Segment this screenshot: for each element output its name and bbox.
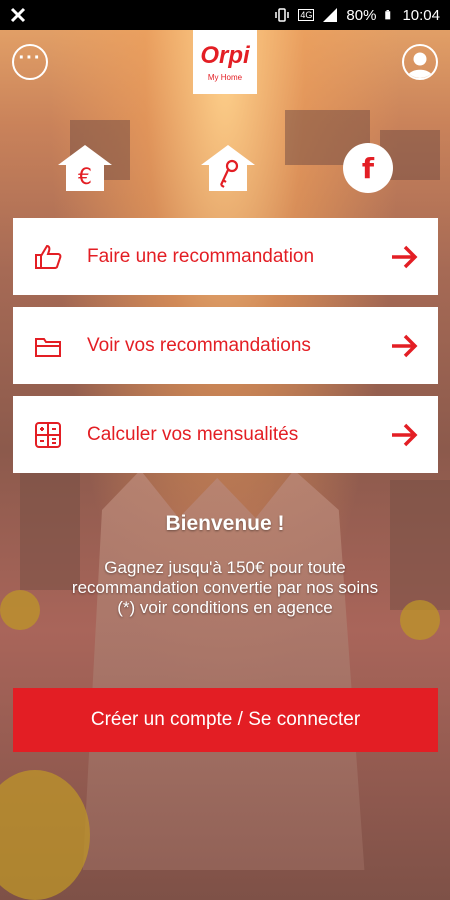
more-menu-button[interactable]: ··· (12, 44, 48, 80)
key-house-button[interactable] (199, 143, 257, 193)
arrow-right-icon (392, 423, 418, 446)
user-avatar-icon (407, 52, 433, 78)
calculator-icon (33, 420, 63, 450)
view-recommendations-label: Voir vos recommandations (87, 334, 311, 356)
battery-icon (385, 10, 391, 20)
network-badge: 4G (298, 9, 315, 21)
welcome-conditions-text: (*) voir conditions en agence (117, 598, 333, 617)
clock: 10:04 (402, 6, 440, 24)
orpi-logo: Orpi My Home (193, 30, 257, 94)
signal-icon (323, 8, 338, 22)
make-recommendation-label: Faire une recommandation (87, 245, 315, 267)
facebook-icon: f (361, 151, 375, 185)
calculate-payments-button[interactable]: Calculer vos mensualités (13, 396, 438, 473)
status-bar: 4G 80% 10:04 (0, 0, 450, 30)
euro-symbol: € (78, 165, 92, 190)
euro-house-button[interactable]: € (56, 143, 114, 193)
logo-subtitle: My Home (207, 72, 243, 82)
more-dots-icon: ··· (18, 46, 42, 69)
folder-icon (33, 331, 63, 361)
create-account-login-button[interactable]: Créer un compte / Se connecter (13, 688, 438, 752)
logo-brand: Orpi (200, 41, 250, 69)
calculate-payments-label: Calculer vos mensualités (87, 423, 299, 445)
welcome-offer-text: Gagnez jusqu'à 150€ pour toute recommand… (71, 558, 379, 597)
view-recommendations-button[interactable]: Voir vos recommandations (13, 307, 438, 384)
battery-percent: 80% (346, 6, 377, 24)
create-account-login-label: Créer un compte / Se connecter (90, 709, 361, 730)
app-notification-icon (10, 7, 26, 23)
welcome-section: Bienvenue ! Gagnez jusqu'à 150€ pour tou… (0, 512, 450, 618)
top-bar: ··· Orpi My Home (0, 30, 450, 100)
welcome-title: Bienvenue ! (165, 512, 285, 535)
make-recommendation-button[interactable]: Faire une recommandation (13, 218, 438, 295)
arrow-right-icon (392, 245, 418, 268)
vibrate-icon (275, 8, 290, 22)
arrow-right-icon (392, 334, 418, 357)
facebook-button[interactable]: f (343, 143, 393, 193)
thumbs-up-icon (33, 242, 63, 272)
profile-button[interactable] (402, 44, 438, 80)
